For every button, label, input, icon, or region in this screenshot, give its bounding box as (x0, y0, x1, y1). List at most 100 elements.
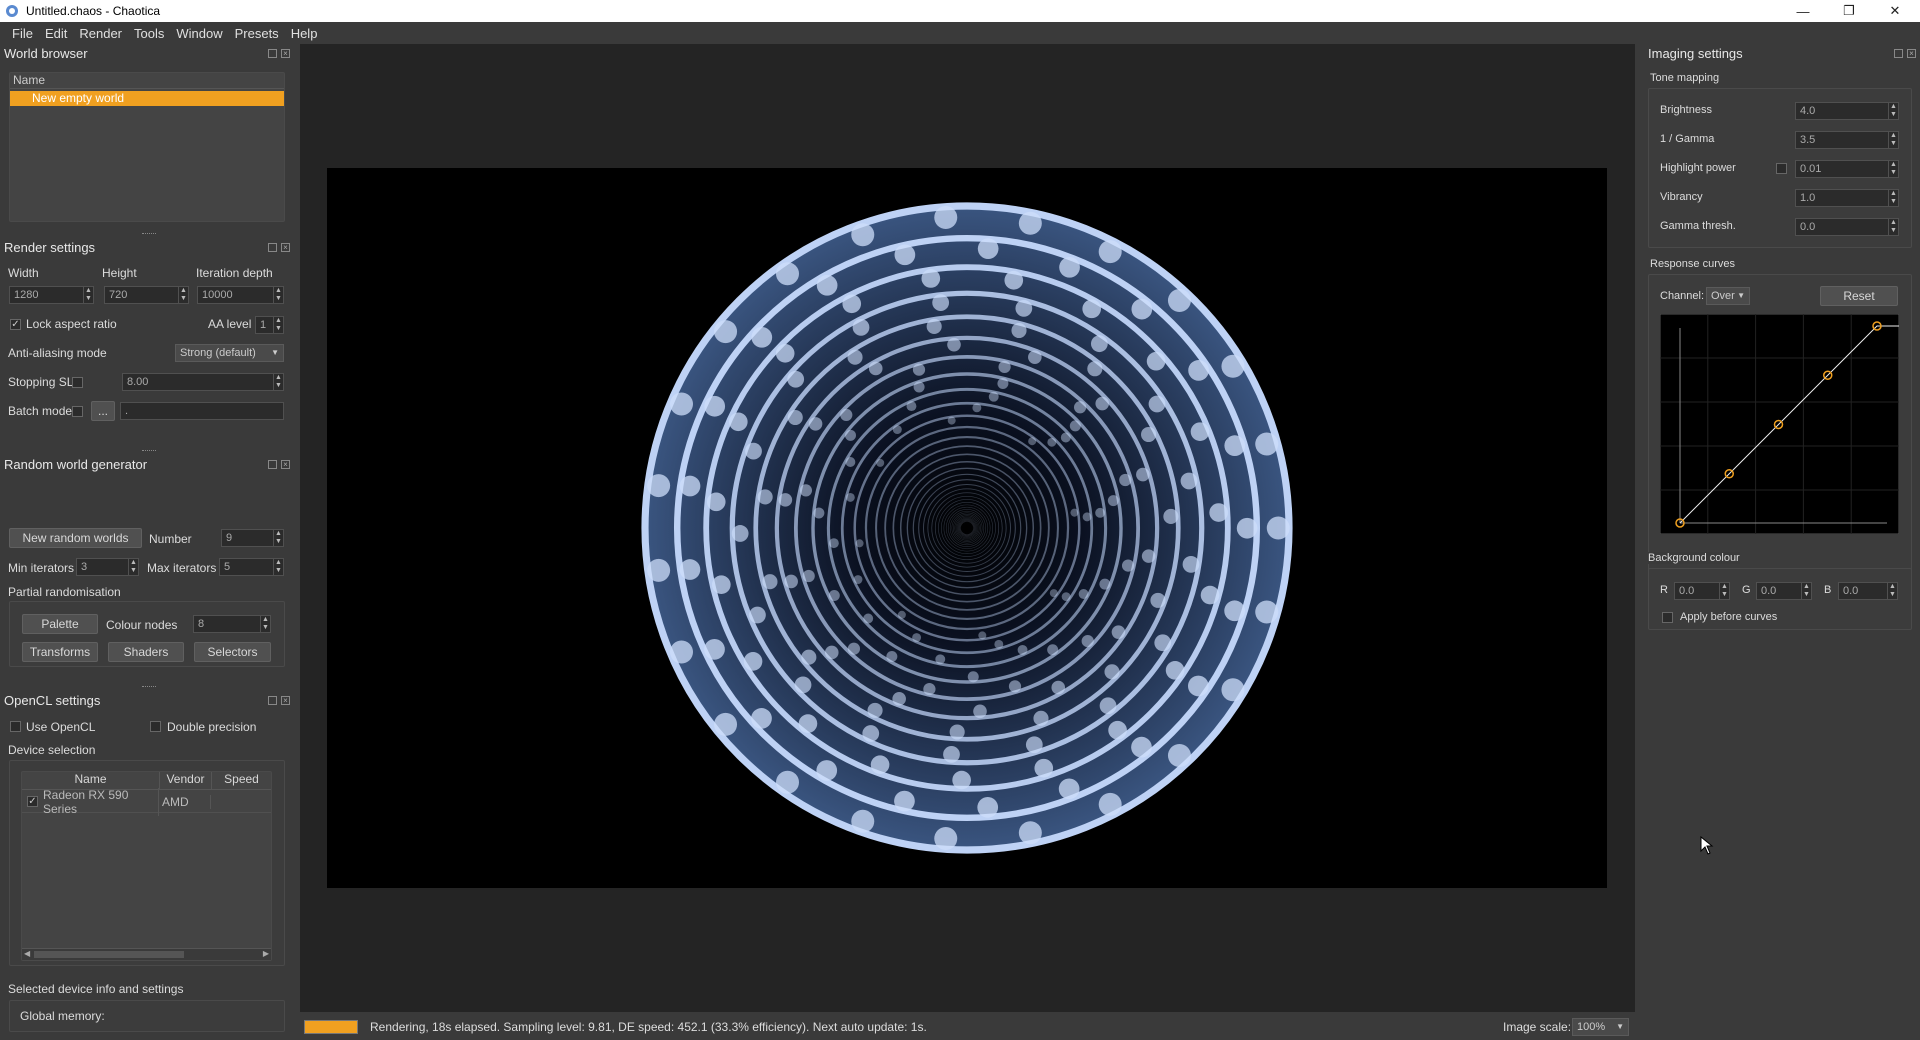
spin-arrows-icon[interactable]: ▲ ▼ (128, 559, 138, 575)
close-icon[interactable]: × (281, 49, 290, 58)
max-iterators-input[interactable]: 5 ▲ ▼ (219, 558, 284, 576)
gamma-thresh-input[interactable]: 0.0 ▲ ▼ (1795, 218, 1899, 236)
response-curve-editor[interactable] (1660, 314, 1899, 534)
spin-arrows-icon[interactable]: ▲ ▼ (1801, 583, 1811, 599)
double-precision-checkbox[interactable] (150, 721, 161, 732)
spin-arrows-icon[interactable]: ▲ ▼ (1887, 583, 1897, 599)
fractal-orb (1060, 432, 1071, 443)
spin-arrows-icon[interactable]: ▲ ▼ (273, 559, 283, 575)
render-canvas[interactable] (327, 168, 1607, 888)
menu-window[interactable]: Window (170, 26, 228, 41)
fractal-orb (1058, 778, 1080, 800)
column-speed[interactable]: Speed (212, 772, 271, 789)
r-input[interactable]: 0.0 ▲ ▼ (1674, 582, 1730, 600)
spin-arrows-icon[interactable]: ▲ ▼ (1888, 190, 1898, 206)
close-icon[interactable]: × (281, 460, 290, 469)
b-input[interactable]: 0.0 ▲ ▼ (1838, 582, 1898, 600)
fractal-orb (932, 294, 950, 312)
resize-grip[interactable] (142, 686, 156, 689)
column-name[interactable]: Name (22, 772, 160, 789)
device-table[interactable]: Name Vendor Speed ✓ Radeon RX 590 Series… (21, 771, 272, 961)
selectors-button[interactable]: Selectors (194, 642, 271, 662)
table-row[interactable]: ✓ Radeon RX 590 Series AMD (22, 787, 271, 816)
stopping-sl-input[interactable]: 8.00 ▲ ▼ (122, 373, 284, 391)
world-list-header[interactable]: Name (10, 73, 284, 89)
stopping-sl-checkbox[interactable] (72, 377, 83, 388)
channel-select[interactable]: Over ▼ (1706, 287, 1750, 305)
highlight-power-input[interactable]: 0.01 ▲ ▼ (1795, 160, 1899, 178)
scrollbar-thumb[interactable] (34, 951, 184, 958)
spin-arrows-icon[interactable]: ▲ ▼ (273, 530, 283, 546)
float-icon[interactable] (268, 460, 277, 469)
menu-presets[interactable]: Presets (229, 26, 285, 41)
fractal-orb (1099, 697, 1117, 715)
use-opencl-checkbox[interactable] (10, 721, 21, 732)
horizontal-scrollbar[interactable]: ◀ ▶ (22, 948, 271, 960)
number-input[interactable]: 9 ▲ ▼ (221, 529, 284, 547)
iteration-depth-input[interactable]: 10000 ▲ ▼ (197, 286, 284, 304)
close-button[interactable]: ✕ (1872, 0, 1918, 22)
height-input[interactable]: 720 ▲ ▼ (104, 286, 189, 304)
apply-before-curves-checkbox[interactable] (1662, 612, 1673, 623)
aa-level-input[interactable]: 1 ▲ ▼ (255, 316, 284, 334)
image-scale-select[interactable]: 100% ▼ (1572, 1018, 1629, 1036)
aa-mode-select[interactable]: Strong (default) ▼ (175, 344, 284, 362)
close-icon[interactable]: × (281, 696, 290, 705)
spin-arrows-icon[interactable]: ▲ ▼ (1888, 161, 1898, 177)
width-input[interactable]: 1280 ▲ ▼ (9, 286, 94, 304)
device-vendor: AMD (159, 794, 211, 809)
world-list-item[interactable]: New empty world (10, 91, 284, 106)
device-checkbox[interactable]: ✓ (27, 796, 38, 807)
palette-button[interactable]: Palette (22, 614, 98, 634)
highlight-power-checkbox[interactable] (1776, 163, 1787, 174)
shaders-button[interactable]: Shaders (108, 642, 184, 662)
batch-path-input[interactable]: . (120, 402, 284, 420)
spin-arrows-icon[interactable]: ▲ ▼ (1888, 219, 1898, 235)
reset-curves-button[interactable]: Reset (1820, 286, 1898, 306)
spin-arrows-icon[interactable]: ▲ ▼ (1888, 103, 1898, 119)
float-icon[interactable] (268, 243, 277, 252)
column-vendor[interactable]: Vendor (160, 772, 212, 789)
render-viewport[interactable] (300, 44, 1635, 1012)
scroll-left-icon[interactable]: ◀ (24, 949, 30, 958)
float-icon[interactable] (1894, 49, 1903, 58)
gamma-input[interactable]: 3.5 ▲ ▼ (1795, 131, 1899, 149)
spin-arrows-icon[interactable]: ▲ ▼ (83, 287, 93, 303)
fractal-orb (847, 642, 861, 655)
new-random-worlds-button[interactable]: New random worlds (9, 528, 142, 548)
transforms-button[interactable]: Transforms (22, 642, 98, 662)
colour-nodes-input[interactable]: 8 ▲ ▼ (193, 615, 271, 633)
float-icon[interactable] (268, 49, 277, 58)
brightness-input[interactable]: 4.0 ▲ ▼ (1795, 102, 1899, 120)
spin-arrows-icon[interactable]: ▲ ▼ (1888, 132, 1898, 148)
spin-arrows-icon[interactable]: ▲ ▼ (273, 317, 283, 333)
spin-arrows-icon[interactable]: ▲ ▼ (273, 287, 283, 303)
batch-mode-checkbox[interactable] (72, 406, 83, 417)
world-list[interactable]: Name New empty world (9, 72, 285, 222)
resize-grip[interactable] (142, 450, 156, 453)
spin-arrows-icon[interactable]: ▲ ▼ (178, 287, 188, 303)
menu-tools[interactable]: Tools (128, 26, 170, 41)
resize-grip[interactable] (142, 233, 156, 236)
fractal-orb (1069, 420, 1081, 432)
image-scale-value: 100% (1577, 1021, 1606, 1033)
restore-button[interactable]: ❐ (1826, 0, 1872, 22)
scroll-right-icon[interactable]: ▶ (263, 949, 269, 958)
close-icon[interactable]: × (1907, 49, 1916, 58)
menu-file[interactable]: File (6, 26, 39, 41)
close-icon[interactable]: × (281, 243, 290, 252)
spin-arrows-icon[interactable]: ▲ ▼ (1719, 583, 1729, 599)
menu-edit[interactable]: Edit (39, 26, 73, 41)
menu-help[interactable]: Help (285, 26, 324, 41)
batch-browse-button[interactable]: ... (91, 401, 115, 421)
g-input[interactable]: 0.0 ▲ ▼ (1756, 582, 1812, 600)
fractal-orb (1061, 592, 1071, 602)
min-iterators-input[interactable]: 3 ▲ ▼ (76, 558, 139, 576)
vibrancy-input[interactable]: 1.0 ▲ ▼ (1795, 189, 1899, 207)
spin-arrows-icon[interactable]: ▲ ▼ (260, 616, 270, 632)
spin-arrows-icon[interactable]: ▲ ▼ (273, 374, 283, 390)
menu-render[interactable]: Render (73, 26, 128, 41)
minimize-button[interactable]: — (1780, 0, 1826, 22)
float-icon[interactable] (268, 696, 277, 705)
lock-aspect-checkbox[interactable]: ✓ (10, 319, 21, 330)
